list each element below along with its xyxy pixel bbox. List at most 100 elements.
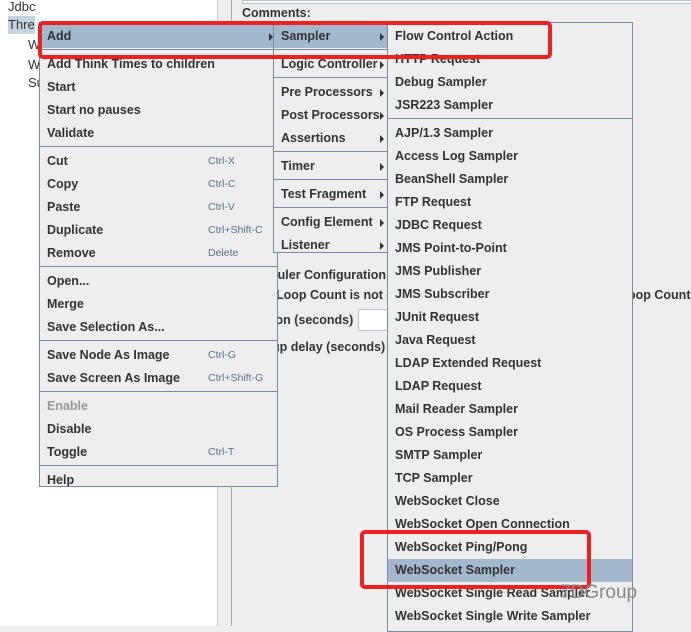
menu-item-os-process-sampler[interactable]: OS Process Sampler xyxy=(388,421,632,444)
menu-item-debug-sampler[interactable]: Debug Sampler xyxy=(388,71,632,94)
menu-item-post-processors[interactable]: Post Processors xyxy=(274,104,388,127)
comments-label: Comments: xyxy=(242,6,311,20)
menu-item-junit-request[interactable]: JUnit Request xyxy=(388,306,632,329)
menu-item-help[interactable]: Help xyxy=(40,469,277,492)
menu-item-jdbc-request[interactable]: JDBC Request xyxy=(388,214,632,237)
submenu-arrow-icon xyxy=(380,89,384,97)
menu-item-jms-point-to-point[interactable]: JMS Point-to-Point xyxy=(388,237,632,260)
menu-item-config-element[interactable]: Config Element xyxy=(274,211,388,234)
menu-item-label: WebSocket Single Write Sampler xyxy=(395,609,591,623)
menu-item-enable[interactable]: Enable xyxy=(40,395,277,418)
menu-item-ldap-extended-request[interactable]: LDAP Extended Request xyxy=(388,352,632,375)
menu-item-label: JMS Point-to-Point xyxy=(395,241,507,255)
menu-item-beanshell-sampler[interactable]: BeanShell Sampler xyxy=(388,168,632,191)
shortcut-label: Ctrl+Shift-C xyxy=(208,224,263,236)
submenu-arrow-icon xyxy=(380,191,384,199)
menu-item-label: Listener xyxy=(281,238,330,252)
annotation-box-websocket xyxy=(360,530,591,589)
menu-item-label: WebSocket Open Connection xyxy=(395,517,570,531)
menu-item-label: Post Processors xyxy=(281,108,380,122)
menu-item-label: LDAP Extended Request xyxy=(395,356,542,370)
menu-item-label: Validate xyxy=(47,126,95,140)
menu-item-label: Disable xyxy=(47,422,92,436)
menu-item-label: Copy xyxy=(47,177,79,191)
menu-item-label: Add Think Times to children xyxy=(47,57,215,71)
shortcut-label: Ctrl-C xyxy=(208,178,236,190)
menu-item-label: Remove xyxy=(47,246,96,260)
menu-item-label: Start no pauses xyxy=(47,103,141,117)
menu-item-jms-subscriber[interactable]: JMS Subscriber xyxy=(388,283,632,306)
shortcut-label: Ctrl-G xyxy=(208,349,236,361)
menu-item-duplicate[interactable]: Duplicate Ctrl+Shift-C xyxy=(40,219,277,242)
menu-item-open[interactable]: Open... xyxy=(40,270,277,293)
duration-label: ion (seconds) xyxy=(272,313,354,327)
menu-item-jsr223-sampler[interactable]: JSR223 Sampler xyxy=(388,94,632,117)
menu-item-save-screen-as-image[interactable]: Save Screen As Image Ctrl+Shift-G xyxy=(40,367,277,390)
submenu-arrow-icon xyxy=(380,61,384,69)
menu-item-label: Merge xyxy=(47,297,84,311)
menu-item-disable[interactable]: Disable xyxy=(40,418,277,441)
menu-item-label: TCP Sampler xyxy=(395,471,473,485)
menu-item-tcp-sampler[interactable]: TCP Sampler xyxy=(388,467,632,490)
shortcut-label: Ctrl-V xyxy=(208,201,235,213)
menu-item-pre-processors[interactable]: Pre Processors xyxy=(274,81,388,104)
menu-item-validate[interactable]: Validate xyxy=(40,122,277,145)
menu-item-listener[interactable]: Listener xyxy=(274,234,388,257)
menu-item-label: Logic Controller xyxy=(281,57,378,71)
menu-item-test-fragment[interactable]: Test Fragment xyxy=(274,183,388,206)
menu-item-paste[interactable]: Paste Ctrl-V xyxy=(40,196,277,219)
submenu-arrow-icon xyxy=(380,219,384,227)
menu-item-ldap-request[interactable]: LDAP Request xyxy=(388,375,632,398)
menu-item-ftp-request[interactable]: FTP Request xyxy=(388,191,632,214)
menu-item-copy[interactable]: Copy Ctrl-C xyxy=(40,173,277,196)
menu-item-label: Debug Sampler xyxy=(395,75,487,89)
menu-item-label: Java Request xyxy=(395,333,476,347)
menu-item-cut[interactable]: Cut Ctrl-X xyxy=(40,150,277,173)
submenu-arrow-icon xyxy=(380,163,384,171)
shortcut-label: Ctrl+Shift-G xyxy=(208,372,264,384)
menu-item-remove[interactable]: Remove Delete xyxy=(40,242,277,265)
menu-item-merge[interactable]: Merge xyxy=(40,293,277,316)
menu-item-toggle[interactable]: Toggle Ctrl-T xyxy=(40,441,277,464)
shortcut-label: Ctrl-X xyxy=(208,155,235,167)
menu-item-label: Pre Processors xyxy=(281,85,373,99)
menu-item-save-node-as-image[interactable]: Save Node As Image Ctrl-G xyxy=(40,344,277,367)
menu-item-start-no-pauses[interactable]: Start no pauses xyxy=(40,99,277,122)
loop-count-label: oop Count xyxy=(628,288,691,302)
startup-delay-label: up delay (seconds) xyxy=(272,340,386,354)
menu-item-save-selection-as[interactable]: Save Selection As... xyxy=(40,316,277,339)
menu-item-ajp-1-3-sampler[interactable]: AJP/1.3 Sampler xyxy=(388,122,632,145)
menu-item-label: Assertions xyxy=(281,131,346,145)
menu-item-label: Cut xyxy=(47,154,68,168)
menu-item-label: JMS Publisher xyxy=(395,264,482,278)
menu-item-websocket-close[interactable]: WebSocket Close xyxy=(388,490,632,513)
submenu-arrow-icon xyxy=(380,242,384,250)
tree-node-thread-group[interactable]: Thre xyxy=(8,16,35,34)
menu-item-smtp-sampler[interactable]: SMTP Sampler xyxy=(388,444,632,467)
menu-item-mail-reader-sampler[interactable]: Mail Reader Sampler xyxy=(388,398,632,421)
name-field[interactable] xyxy=(242,0,691,4)
menu-item-label: Enable xyxy=(47,399,88,413)
menu-item-label: Open... xyxy=(47,274,90,288)
menu-item-jms-publisher[interactable]: JMS Publisher xyxy=(388,260,632,283)
menu-item-label: JDBC Request xyxy=(395,218,482,232)
watermark: 7DGroup xyxy=(560,582,638,603)
menu-item-label: SMTP Sampler xyxy=(395,448,483,462)
context-menu: Add Add Think Times to children Start Start… xyxy=(39,22,278,487)
tree-node-jdbc[interactable]: Jdbc xyxy=(8,0,35,16)
menu-item-label: AJP/1.3 Sampler xyxy=(395,126,493,140)
menu-item-assertions[interactable]: Assertions xyxy=(274,127,388,150)
menu-item-label: Save Node As Image xyxy=(47,348,170,362)
menu-item-label: Paste xyxy=(47,200,81,214)
menu-item-label: Help xyxy=(47,473,75,487)
menu-item-label: Toggle xyxy=(47,445,88,459)
menu-item-label: Mail Reader Sampler xyxy=(395,402,518,416)
menu-item-label: Start xyxy=(47,80,76,94)
menu-item-java-request[interactable]: Java Request xyxy=(388,329,632,352)
menu-item-timer[interactable]: Timer xyxy=(274,155,388,178)
menu-item-websocket-single-write-sampler[interactable]: WebSocket Single Write Sampler xyxy=(388,605,632,628)
menu-item-label: FTP Request xyxy=(395,195,472,209)
menu-item-start[interactable]: Start xyxy=(40,76,277,99)
menu-item-access-log-sampler[interactable]: Access Log Sampler xyxy=(388,145,632,168)
menu-item-label: Config Element xyxy=(281,215,373,229)
